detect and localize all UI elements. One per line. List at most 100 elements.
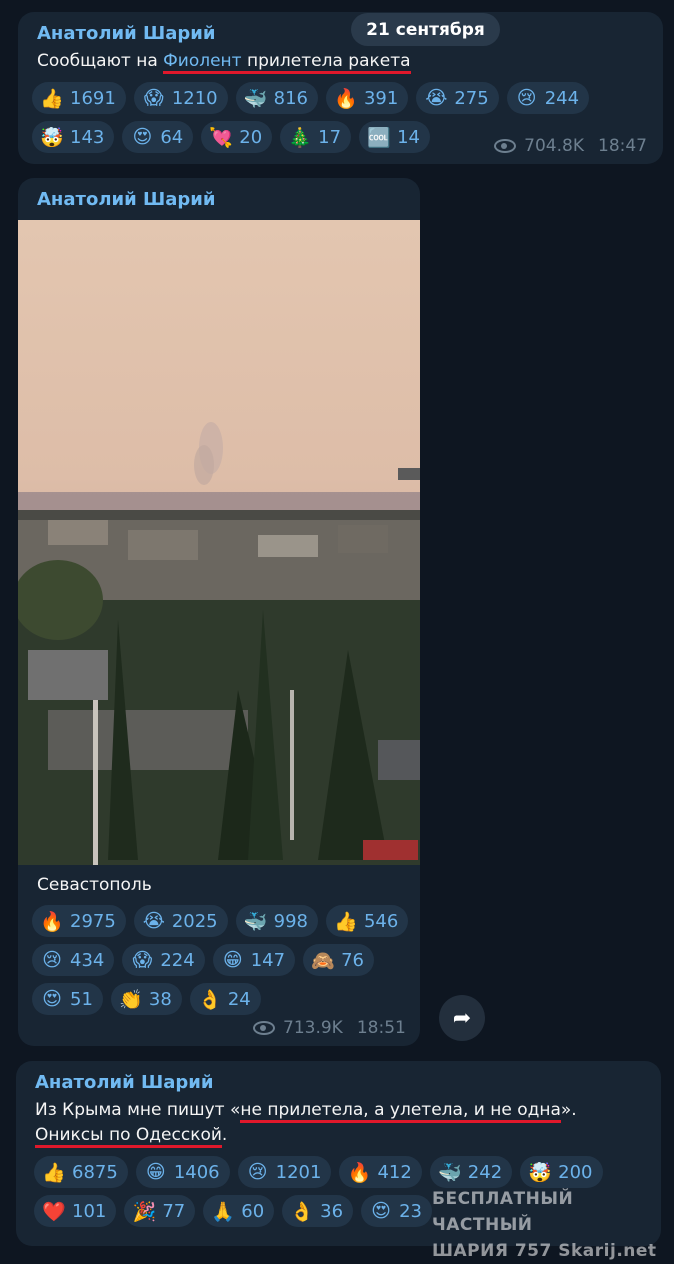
text-segment: Сообщают на xyxy=(37,51,164,71)
reaction-count: 20 xyxy=(239,126,263,148)
reaction-count: 36 xyxy=(320,1200,344,1222)
reaction-pill[interactable]: 👍 1691 xyxy=(32,82,126,114)
reaction-count: 76 xyxy=(341,949,364,971)
message-author[interactable]: Анатолий Шарий xyxy=(35,1072,213,1093)
reactions-bar: 🔥 2975 😭 2025 🐳 998 👍 546 😢 434 😱 224 😁 147 🙈 76 😍 51 👏 38 👌… xyxy=(32,905,409,1022)
reaction-count: 998 xyxy=(273,910,308,932)
fire-icon: 🔥 xyxy=(334,87,358,110)
reaction-pill[interactable]: 😍 64 xyxy=(122,121,194,153)
grinning-face-icon: 😁 xyxy=(145,1161,166,1183)
message-text: Сообщают на Фиолент прилетела ракета xyxy=(37,49,411,74)
reaction-pill[interactable]: 😱 224 xyxy=(122,944,205,976)
ok-hand-icon: 👌 xyxy=(197,988,222,1011)
reaction-pill[interactable]: 👌 24 xyxy=(189,983,261,1015)
reaction-count: 391 xyxy=(363,87,399,109)
text-segment: ». xyxy=(560,1100,577,1120)
thumbs-up-icon: 👍 xyxy=(40,87,64,110)
reaction-count: 546 xyxy=(363,910,399,932)
reaction-pill[interactable]: 👌 36 xyxy=(282,1195,354,1227)
reactions-row: 👍 1691 😱 1210 🐳 816 🔥 391 😭 275 😢 244 xyxy=(32,82,590,114)
reactions-row: 😍 51 👏 38 👌 24 xyxy=(32,983,408,1015)
screaming-face-icon: 😱 xyxy=(143,87,164,109)
reaction-pill[interactable]: 🎄 17 xyxy=(280,121,352,153)
exploding-head-icon: 🤯 xyxy=(40,126,64,149)
reaction-pill[interactable]: 😍 51 xyxy=(32,983,103,1015)
reaction-pill[interactable]: 😁 147 xyxy=(212,944,296,976)
reaction-pill[interactable]: 💘 20 xyxy=(201,121,273,153)
message-post-1[interactable]: Анатолий Шарий Сообщают на Фиолент приле… xyxy=(18,12,663,164)
heart-arrow-icon: 💘 xyxy=(209,126,234,149)
quoted-text: не прилетела, а улетела, и не одна xyxy=(240,1100,561,1123)
reaction-count: 38 xyxy=(148,988,172,1010)
red-heart-icon: ❤️ xyxy=(42,1200,66,1223)
reaction-count: 1210 xyxy=(171,87,218,109)
heart-eyes-icon: 😍 xyxy=(132,126,153,148)
whale-icon: 🐳 xyxy=(437,1161,462,1184)
reaction-pill[interactable]: 😢 1201 xyxy=(237,1156,332,1188)
message-author[interactable]: Анатолий Шарий xyxy=(37,23,215,44)
reaction-count: 77 xyxy=(162,1200,186,1222)
message-photo[interactable] xyxy=(18,220,420,865)
reaction-count: 6875 xyxy=(72,1161,118,1183)
forward-arrow-icon: ➦ xyxy=(452,1005,472,1031)
reaction-count: 24 xyxy=(227,988,251,1010)
text-segment: . xyxy=(221,1125,228,1145)
date-badge: 21 сентября xyxy=(351,13,500,46)
message-link[interactable]: Фиолент xyxy=(163,51,241,71)
reaction-pill[interactable]: 🐳 816 xyxy=(235,82,318,114)
screaming-face-icon: 😱 xyxy=(132,949,153,971)
ok-hand-icon: 👌 xyxy=(290,1200,314,1223)
reaction-pill[interactable]: 🙈 76 xyxy=(303,944,374,976)
reaction-count: 101 xyxy=(72,1200,107,1222)
reaction-count: 275 xyxy=(454,87,489,109)
photo-caption: Севастополь xyxy=(37,875,152,895)
grinning-face-icon: 😁 xyxy=(222,949,243,971)
reaction-pill[interactable]: 🆒 14 xyxy=(359,121,430,153)
message-author[interactable]: Анатолий Шарий xyxy=(37,189,215,210)
reaction-pill[interactable]: 🐳 998 xyxy=(235,905,318,937)
reaction-count: 816 xyxy=(273,87,308,109)
crying-face-icon: 😢 xyxy=(516,87,537,109)
reaction-count: 242 xyxy=(467,1161,503,1183)
reaction-pill[interactable]: 🙏 60 xyxy=(203,1195,275,1227)
reaction-pill[interactable]: 😭 275 xyxy=(416,82,499,114)
reaction-pill[interactable]: 🤯 143 xyxy=(32,121,115,153)
view-count: 713.9K xyxy=(283,1018,343,1038)
exploding-head-icon: 🤯 xyxy=(528,1161,552,1184)
eye-icon xyxy=(253,1021,275,1035)
fire-icon: 🔥 xyxy=(347,1161,372,1184)
reaction-count: 2025 xyxy=(171,910,218,932)
reaction-count: 23 xyxy=(399,1200,422,1222)
forward-button[interactable]: ➦ xyxy=(439,995,485,1041)
reaction-pill[interactable]: 😢 244 xyxy=(506,82,590,114)
message-time: 18:51 xyxy=(356,1018,406,1038)
reaction-pill[interactable]: 🐳 242 xyxy=(429,1156,513,1188)
reaction-pill[interactable]: 🔥 2975 xyxy=(32,905,126,937)
folded-hands-icon: 🙏 xyxy=(211,1200,236,1223)
reaction-pill[interactable]: 🔥 412 xyxy=(339,1156,422,1188)
watermark-line: ШАРИЯ 757 Skarij.net xyxy=(432,1241,657,1261)
christmas-tree-icon: 🎄 xyxy=(288,126,312,149)
reaction-pill[interactable]: 👏 38 xyxy=(110,983,182,1015)
whale-icon: 🐳 xyxy=(243,87,268,110)
reaction-pill[interactable]: 👍 6875 xyxy=(34,1156,128,1188)
reaction-pill[interactable]: 😁 1406 xyxy=(135,1156,230,1188)
reaction-pill[interactable]: 😍 23 xyxy=(361,1195,432,1227)
reaction-count: 17 xyxy=(318,126,342,148)
reaction-pill[interactable]: 🤯 200 xyxy=(520,1156,603,1188)
reaction-pill[interactable]: 👍 546 xyxy=(325,905,409,937)
text-segment: прилетела ракета xyxy=(241,51,411,71)
message-time: 18:47 xyxy=(598,136,647,156)
reactions-row: 👍 6875 😁 1406 😢 1201 🔥 412 🐳 242 🤯 200 xyxy=(34,1156,603,1188)
reaction-pill[interactable]: 🔥 391 xyxy=(325,82,409,114)
reaction-pill[interactable]: ❤️ 101 xyxy=(34,1195,117,1227)
reaction-count: 412 xyxy=(377,1161,412,1183)
reaction-pill[interactable]: 😭 2025 xyxy=(133,905,228,937)
clapping-hands-icon: 👏 xyxy=(119,988,143,1011)
reaction-count: 1201 xyxy=(275,1161,322,1183)
reaction-count: 1691 xyxy=(70,87,116,109)
reaction-pill[interactable]: 😢 434 xyxy=(32,944,115,976)
reaction-pill[interactable]: 🎉 77 xyxy=(124,1195,196,1227)
sevastopol-photo xyxy=(18,422,420,865)
reaction-pill[interactable]: 😱 1210 xyxy=(133,82,228,114)
